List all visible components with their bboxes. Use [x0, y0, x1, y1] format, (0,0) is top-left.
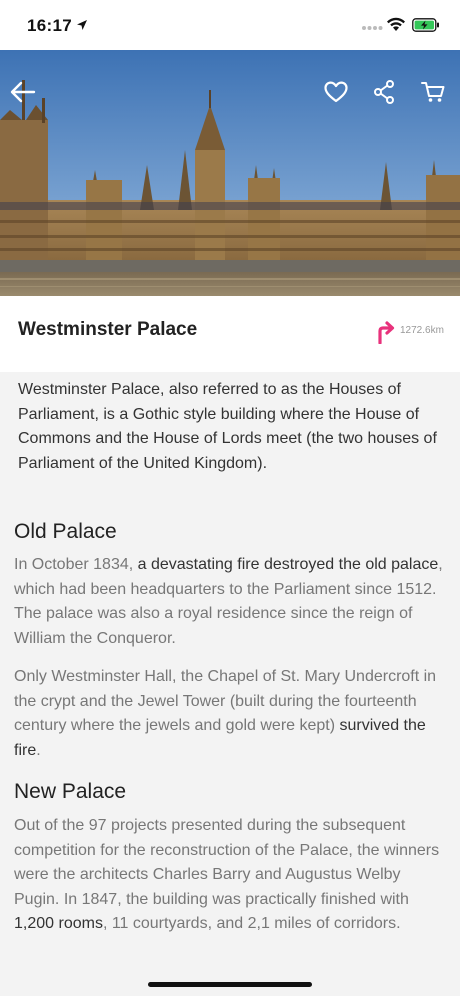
- page-title: Westminster Palace: [18, 319, 198, 340]
- section-heading-old-palace: Old Palace: [14, 520, 117, 543]
- old-palace-paragraph-1: In October 1834, a devastating fire dest…: [14, 553, 444, 651]
- favorite-button[interactable]: [322, 78, 350, 106]
- wifi-icon: [387, 17, 405, 31]
- section-heading-new-palace: New Palace: [14, 780, 127, 803]
- intro-text: Westminster Palace, also referred to as …: [18, 381, 437, 472]
- place-header: Westminster Palace 1272.6km: [0, 296, 460, 372]
- home-indicator[interactable]: [148, 982, 312, 987]
- share-button[interactable]: [370, 78, 398, 106]
- text-run: .: [36, 741, 41, 759]
- heart-icon: [324, 81, 348, 103]
- status-time: 16:17: [27, 16, 72, 35]
- cart-button[interactable]: [419, 78, 447, 106]
- battery-charging-icon: [412, 18, 439, 32]
- distance-label: 1272.6km: [400, 325, 444, 336]
- back-arrow-icon: [10, 81, 36, 103]
- directions-icon[interactable]: [375, 320, 395, 344]
- text-run: Out of the 97 projects presented during …: [14, 817, 440, 908]
- highlight-text: 1,200 rooms: [14, 915, 103, 932]
- status-bar: 16:17: [0, 0, 460, 50]
- cart-icon: [421, 82, 445, 102]
- new-palace-paragraph: Out of the 97 projects presented during …: [14, 814, 444, 937]
- location-arrow-icon: [77, 20, 87, 30]
- highlight-text: a devastating fire destroyed the old pal…: [137, 556, 439, 573]
- old-palace-paragraph-2: Only Westminster Hall, the Chapel of St.…: [14, 665, 444, 763]
- hero-image: [0, 50, 460, 296]
- text-run: In October 1834,: [14, 556, 138, 573]
- back-button[interactable]: [9, 78, 37, 106]
- share-icon: [374, 80, 394, 104]
- text-run: , 11 courtyards, and 2,1 miles of corrid…: [102, 915, 401, 932]
- signal-icon: [362, 26, 383, 30]
